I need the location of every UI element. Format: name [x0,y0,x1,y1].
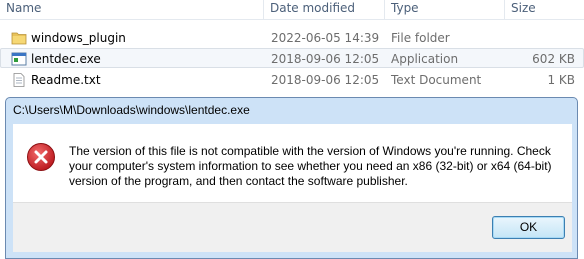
file-type: File folder [391,31,450,45]
error-icon [26,142,56,172]
column-header-name[interactable]: Name [0,0,263,20]
column-header-date-modified[interactable]: Date modified [263,0,384,20]
file-type: Text Document [391,73,482,87]
file-name: lentdec.exe [31,52,101,66]
dialog-content: The version of this file is not compatib… [13,124,572,202]
file-row-windows-plugin[interactable]: windows_plugin 2022-06-05 14:39 File fol… [0,27,584,47]
file-size: 602 KB [532,52,575,66]
column-header-row: Name Date modified Type Size [0,0,584,20]
file-type: Application [391,52,459,66]
dialog-title[interactable]: C:\Users\M\Downloads\windows\lentdec.exe [6,98,577,122]
file-date: 2018-09-06 12:05 [271,73,380,87]
text-document-icon [11,73,27,87]
folder-icon [11,31,27,45]
file-row-lentdec-exe[interactable]: lentdec.exe 2018-09-06 12:05 Application… [0,48,584,68]
file-date: 2022-06-05 14:39 [271,31,380,45]
column-header-size[interactable]: Size [504,0,584,20]
file-name: windows_plugin [31,31,126,45]
column-header-type[interactable]: Type [384,0,504,20]
file-row-readme-txt[interactable]: Readme.txt 2018-09-06 12:05 Text Documen… [0,69,584,89]
application-icon [11,52,27,66]
error-dialog: C:\Users\M\Downloads\windows\lentdec.exe… [5,97,578,259]
ok-button[interactable]: OK [492,216,565,239]
file-size: 1 KB [547,73,575,87]
error-message: The version of this file is not compatib… [69,144,552,188]
file-name: Readme.txt [31,73,101,87]
dialog-footer: OK [13,202,572,252]
file-date: 2018-09-06 12:05 [271,52,380,66]
